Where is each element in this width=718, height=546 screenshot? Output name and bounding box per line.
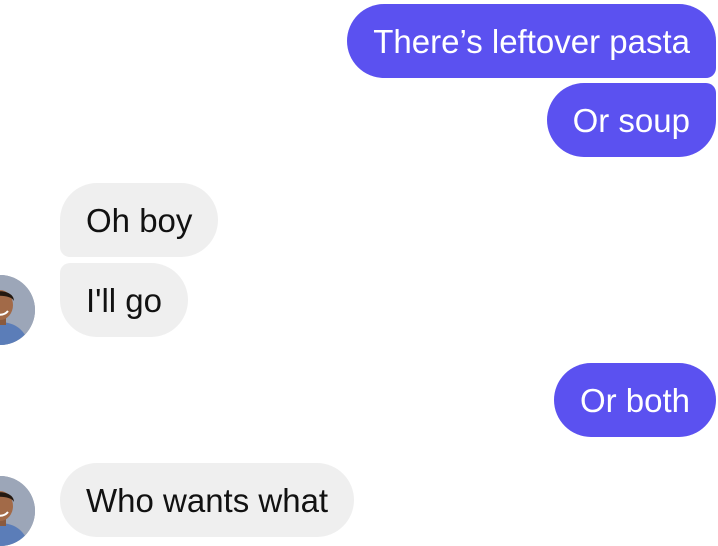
sender-avatar[interactable] [0,275,35,345]
person-photo-icon [0,476,35,546]
incoming-message-bubble[interactable]: Oh boy [60,183,219,257]
incoming-message-bubble[interactable]: I'll go [60,263,189,337]
message-text: Or both [579,381,690,419]
incoming-message-bubble[interactable]: Who wants what [60,463,355,537]
outgoing-message-bubble[interactable]: Or both [553,363,716,437]
person-photo-icon [0,275,35,345]
outgoing-message-bubble[interactable]: Or soup [546,83,716,157]
message-text: Who wants what [86,481,329,519]
sender-avatar[interactable] [0,476,35,546]
message-text: Oh boy [86,201,193,239]
message-text: Or soup [572,101,690,139]
message-text: I'll go [86,281,163,319]
outgoing-message-bubble[interactable]: There’s leftover pasta [347,4,716,78]
message-text: There’s leftover pasta [373,22,690,60]
